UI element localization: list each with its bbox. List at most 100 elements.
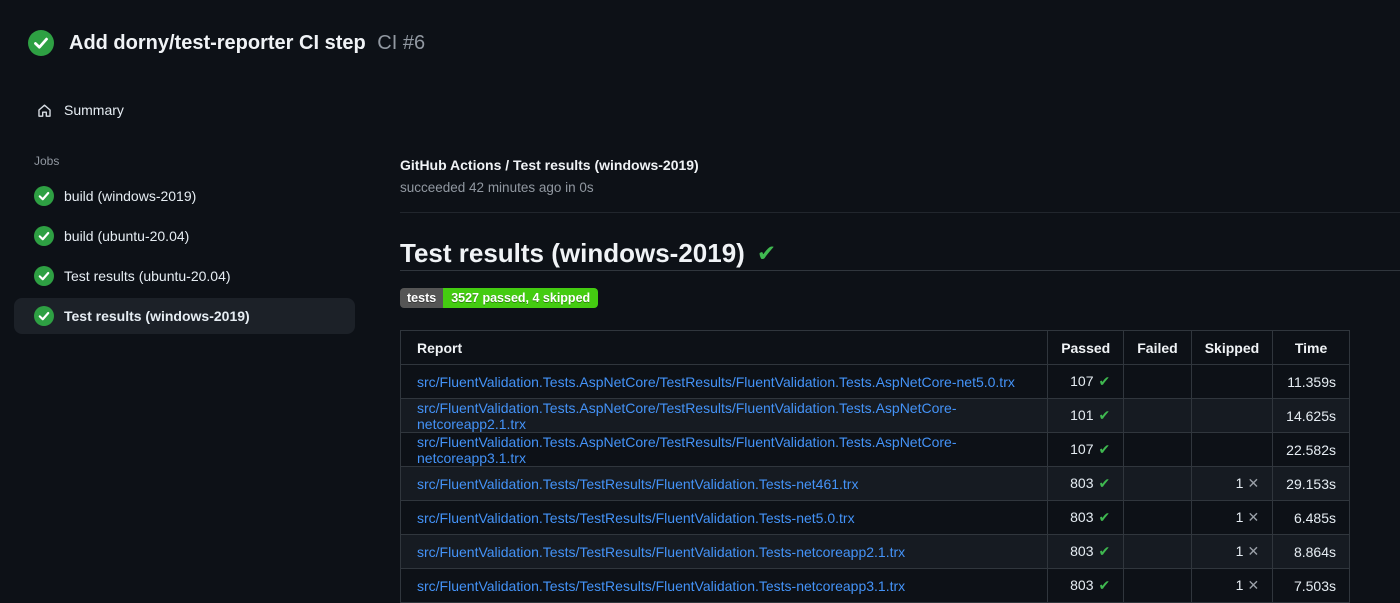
sidebar-job-item[interactable]: Test results (ubuntu-20.04) — [14, 258, 355, 294]
passed-count: 101 — [1070, 407, 1094, 423]
passed-count: 803 — [1070, 577, 1094, 593]
time-cell: 7.503s — [1272, 568, 1350, 603]
run-title: Add dorny/test-reporter CI step — [69, 32, 366, 54]
table-row: src/FluentValidation.Tests.AspNetCore/Te… — [399, 398, 1350, 433]
section-title-text: Test results (windows-2019) — [400, 238, 745, 268]
time-cell: 8.864s — [1272, 534, 1350, 569]
report-link[interactable]: src/FluentValidation.Tests.AspNetCore/Te… — [417, 400, 957, 432]
check-run-subtitle: succeeded 42 minutes ago in 0s — [400, 180, 594, 195]
time-cell: 22.582s — [1272, 432, 1350, 467]
time-cell: 11.359s — [1272, 364, 1350, 399]
tests-badge: tests 3527 passed, 4 skipped — [400, 288, 599, 308]
failed-cell — [1123, 534, 1192, 569]
passed-cell: 101 ✔ — [1047, 398, 1125, 433]
skipped-cell — [1190, 364, 1274, 399]
passed-count: 803 — [1070, 543, 1094, 559]
sidebar-item-summary[interactable]: Summary — [14, 92, 355, 128]
table-row: src/FluentValidation.Tests.AspNetCore/Te… — [399, 432, 1350, 467]
job-list: build (windows-2019) build (ubuntu-20.04)… — [14, 178, 355, 334]
column-header-failed: Failed — [1123, 330, 1192, 365]
passed-count: 107 — [1070, 441, 1094, 457]
job-label: Test results (windows-2019) — [64, 308, 250, 324]
home-icon — [34, 100, 54, 120]
skipped-cell: 1 ✕ — [1190, 500, 1274, 535]
report-link[interactable]: src/FluentValidation.Tests/TestResults/F… — [417, 476, 858, 492]
skipped-count: 1 — [1235, 577, 1244, 593]
job-success-check-circle-icon — [34, 186, 54, 206]
column-header-time: Time — [1272, 330, 1350, 365]
passed-count: 107 — [1070, 373, 1094, 389]
passed-cell: 803 ✔ — [1047, 534, 1125, 569]
passed-count: 803 — [1070, 475, 1094, 491]
passed-check-icon: ✔ — [1098, 441, 1111, 457]
failed-cell — [1123, 466, 1192, 501]
main-content: GitHub Actions / Test results (windows-2… — [399, 56, 1400, 603]
report-link[interactable]: src/FluentValidation.Tests.AspNetCore/Te… — [417, 374, 1015, 390]
badge-label: tests — [400, 288, 444, 308]
table-row: src/FluentValidation.Tests/TestResults/F… — [399, 500, 1350, 535]
sidebar-job-item[interactable]: build (windows-2019) — [14, 178, 355, 214]
table-row: src/FluentValidation.Tests.AspNetCore/Te… — [399, 364, 1350, 399]
job-label: build (windows-2019) — [64, 188, 197, 204]
report-link[interactable]: src/FluentValidation.Tests/TestResults/F… — [417, 510, 855, 526]
table-row: src/FluentValidation.Tests/TestResults/F… — [399, 568, 1350, 603]
skipped-cross-icon: ✕ — [1247, 509, 1260, 525]
column-header-skipped: Skipped — [1190, 330, 1274, 365]
passed-count: 803 — [1070, 509, 1094, 525]
section-title: Test results (windows-2019) ✔ — [400, 237, 1400, 271]
job-success-check-circle-icon — [34, 306, 54, 326]
sidebar-job-item[interactable]: Test results (windows-2019) — [14, 298, 355, 334]
passed-check-icon: ✔ — [1098, 543, 1111, 559]
time-cell: 29.153s — [1272, 466, 1350, 501]
passed-cell: 803 ✔ — [1047, 466, 1125, 501]
success-check-circle-icon — [28, 30, 54, 56]
table-header-row: Report Passed Failed Skipped Time — [399, 330, 1350, 365]
time-cell: 6.485s — [1272, 500, 1350, 535]
time-cell: 14.625s — [1272, 398, 1350, 433]
job-label: build (ubuntu-20.04) — [64, 228, 190, 244]
report-link[interactable]: src/FluentValidation.Tests/TestResults/F… — [417, 544, 905, 560]
failed-cell — [1123, 398, 1192, 433]
skipped-count: 1 — [1235, 475, 1244, 491]
report-link[interactable]: src/FluentValidation.Tests.AspNetCore/Te… — [417, 434, 957, 466]
skipped-cell: 1 ✕ — [1190, 466, 1274, 501]
report-link[interactable]: src/FluentValidation.Tests/TestResults/F… — [417, 578, 905, 594]
check-run-title: GitHub Actions / Test results (windows-2… — [400, 157, 699, 173]
job-success-check-circle-icon — [34, 226, 54, 246]
column-header-passed: Passed — [1047, 330, 1125, 365]
table-row: src/FluentValidation.Tests/TestResults/F… — [399, 534, 1350, 569]
table-row: src/FluentValidation.Tests/TestResults/F… — [399, 466, 1350, 501]
skipped-cell — [1190, 432, 1274, 467]
passed-check-icon: ✔ — [1098, 509, 1111, 525]
skipped-cell: 1 ✕ — [1190, 568, 1274, 603]
skipped-cross-icon: ✕ — [1247, 543, 1260, 559]
divider — [400, 212, 1400, 213]
passed-check-icon: ✔ — [1098, 373, 1111, 389]
skipped-cross-icon: ✕ — [1247, 577, 1260, 593]
passed-check-icon: ✔ — [1098, 577, 1111, 593]
skipped-cell: 1 ✕ — [1190, 534, 1274, 569]
passed-check-icon: ✔ — [1098, 407, 1111, 423]
failed-cell — [1123, 500, 1192, 535]
failed-cell — [1123, 568, 1192, 603]
skipped-count: 1 — [1235, 543, 1244, 559]
passed-cell: 107 ✔ — [1047, 432, 1125, 467]
passed-cell: 803 ✔ — [1047, 568, 1125, 603]
sidebar-summary-label: Summary — [64, 102, 124, 118]
skipped-cross-icon: ✕ — [1247, 475, 1260, 491]
section-check-icon: ✔ — [756, 240, 777, 266]
failed-cell — [1123, 364, 1192, 399]
skipped-count: 1 — [1235, 509, 1244, 525]
passed-check-icon: ✔ — [1098, 475, 1111, 491]
run-number: CI #6 — [377, 32, 426, 54]
sidebar: Summary Jobs build (windows-2019) build (… — [0, 56, 400, 338]
failed-cell — [1123, 432, 1192, 467]
column-header-report: Report — [399, 330, 1049, 365]
passed-cell: 107 ✔ — [1047, 364, 1125, 399]
passed-cell: 803 ✔ — [1047, 500, 1125, 535]
job-label: Test results (ubuntu-20.04) — [64, 268, 231, 284]
test-results-table: Report Passed Failed Skipped Time src/Fl… — [399, 330, 1350, 603]
jobs-section-label: Jobs — [34, 154, 60, 168]
run-header: Add dorny/test-reporter CI step CI #6 — [0, 0, 1400, 56]
sidebar-job-item[interactable]: build (ubuntu-20.04) — [14, 218, 355, 254]
